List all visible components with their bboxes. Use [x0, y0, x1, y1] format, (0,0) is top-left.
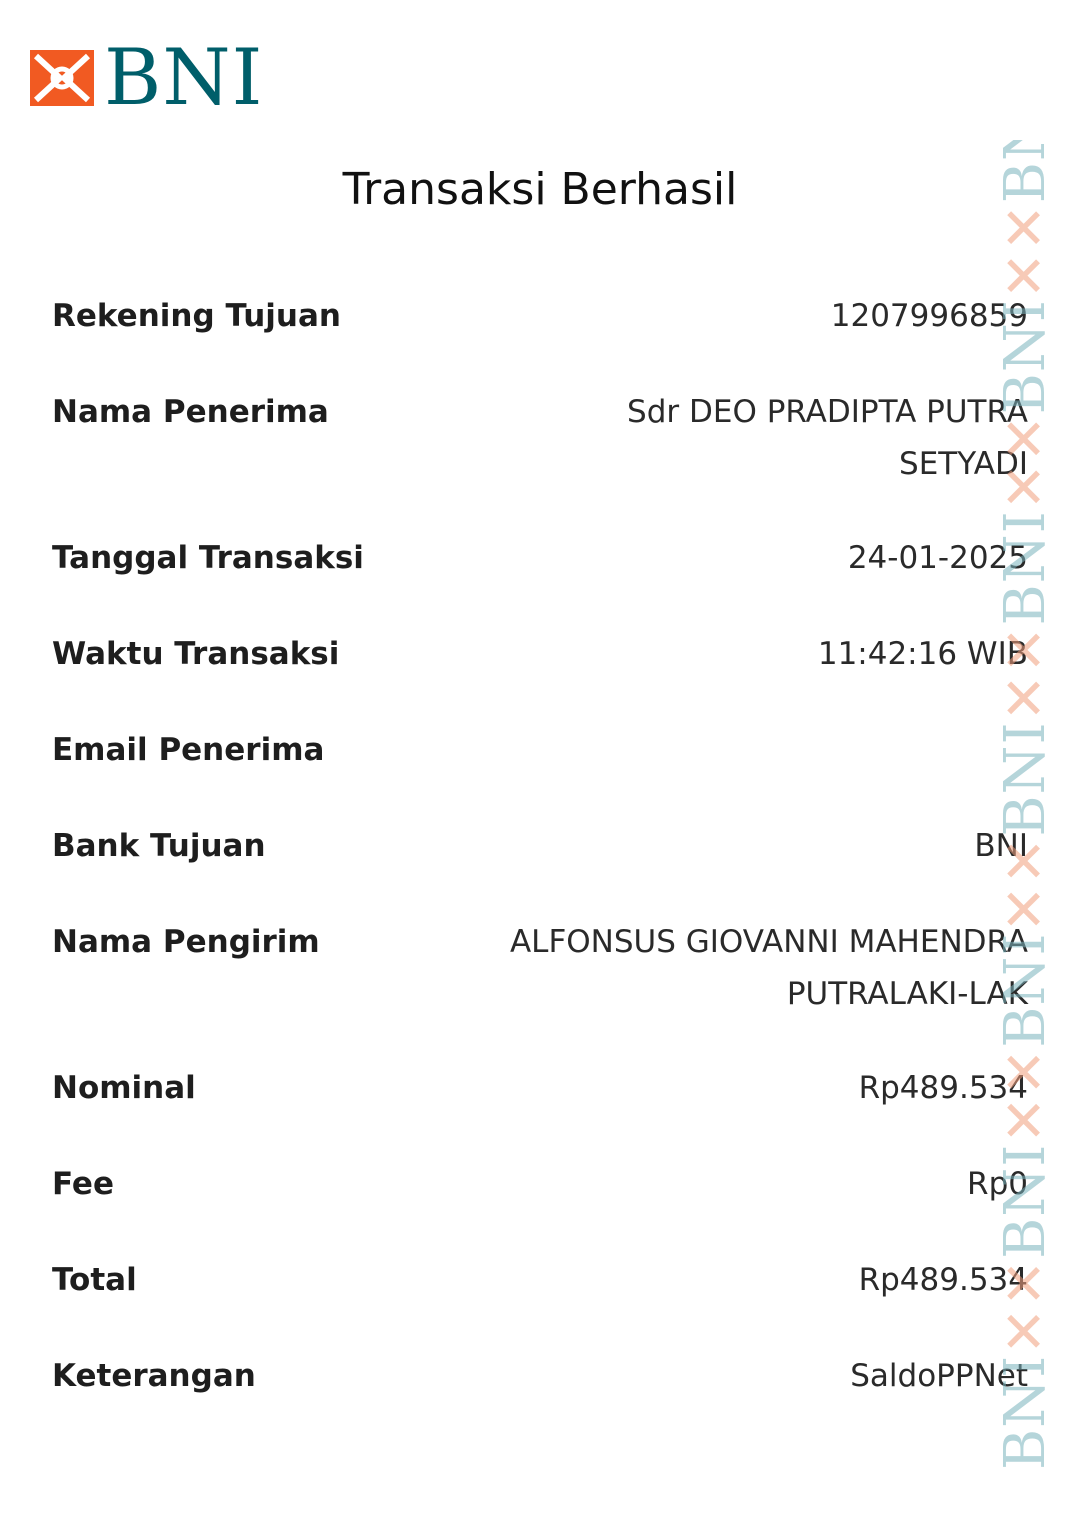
watermark-strip: BNI✕✕BNI✕✕BNI✕✕BNI✕✕BNI✕✕BNI✕✕BNI✕✕BNI: [998, 140, 1054, 1470]
detail-row-fee: Fee Rp0: [52, 1158, 1028, 1254]
detail-value: 24-01-2025: [847, 540, 1028, 576]
detail-value: Rp489.534: [858, 1070, 1028, 1106]
detail-label: Keterangan: [52, 1358, 256, 1394]
detail-value: 1207996859: [830, 298, 1028, 334]
detail-label: Nama Penerima: [52, 394, 329, 430]
detail-row-rekening-tujuan: Rekening Tujuan 1207996859: [52, 290, 1028, 386]
detail-row-keterangan: Keterangan SaldoPPNet: [52, 1350, 1028, 1446]
detail-row-waktu-transaksi: Waktu Transaksi 11:42:16 WIB: [52, 628, 1028, 724]
detail-label: Nominal: [52, 1070, 196, 1106]
detail-value: Rp489.534: [858, 1262, 1028, 1298]
detail-label: Nama Pengirim: [52, 924, 320, 960]
detail-value: 11:42:16 WIB: [817, 636, 1028, 672]
detail-value: BNI: [974, 828, 1028, 864]
bni-logo-text: BNI: [104, 33, 264, 123]
detail-row-email-penerima: Email Penerima: [52, 724, 1028, 820]
detail-label: Tanggal Transaksi: [52, 540, 364, 576]
detail-label: Email Penerima: [52, 732, 325, 768]
detail-row-total: Total Rp489.534: [52, 1254, 1028, 1350]
detail-value: Rp0: [967, 1166, 1028, 1202]
detail-row-nama-pengirim: Nama Pengirim ALFONSUS GIOVANNI MAHENDRA…: [52, 916, 1028, 1062]
bni-logo-mark-icon: [30, 50, 94, 106]
detail-row-nama-penerima: Nama Penerima Sdr DEO PRADIPTA PUTRA SET…: [52, 386, 1028, 532]
bni-watermark: BNI✕✕BNI✕✕BNI✕✕BNI✕✕BNI✕✕BNI✕✕BNI✕✕BNI: [998, 140, 1054, 1470]
detail-value: SaldoPPNet: [850, 1358, 1028, 1394]
bni-logo: BNI: [30, 33, 264, 123]
detail-row-bank-tujuan: Bank Tujuan BNI: [52, 820, 1028, 916]
detail-row-tanggal-transaksi: Tanggal Transaksi 24-01-2025: [52, 532, 1028, 628]
detail-label: Rekening Tujuan: [52, 298, 341, 334]
detail-row-nominal: Nominal Rp489.534: [52, 1062, 1028, 1158]
detail-label: Waktu Transaksi: [52, 636, 340, 672]
detail-label: Bank Tujuan: [52, 828, 266, 864]
detail-value: Sdr DEO PRADIPTA PUTRA SETYADI: [627, 394, 1028, 482]
detail-label: Total: [52, 1262, 137, 1298]
detail-label: Fee: [52, 1166, 114, 1202]
detail-value: ALFONSUS GIOVANNI MAHENDRA PUTRALAKI-LAK: [509, 924, 1028, 1012]
page-title: Transaksi Berhasil: [342, 164, 738, 215]
transaction-details: Rekening Tujuan 1207996859 Nama Penerima…: [52, 290, 1028, 1446]
